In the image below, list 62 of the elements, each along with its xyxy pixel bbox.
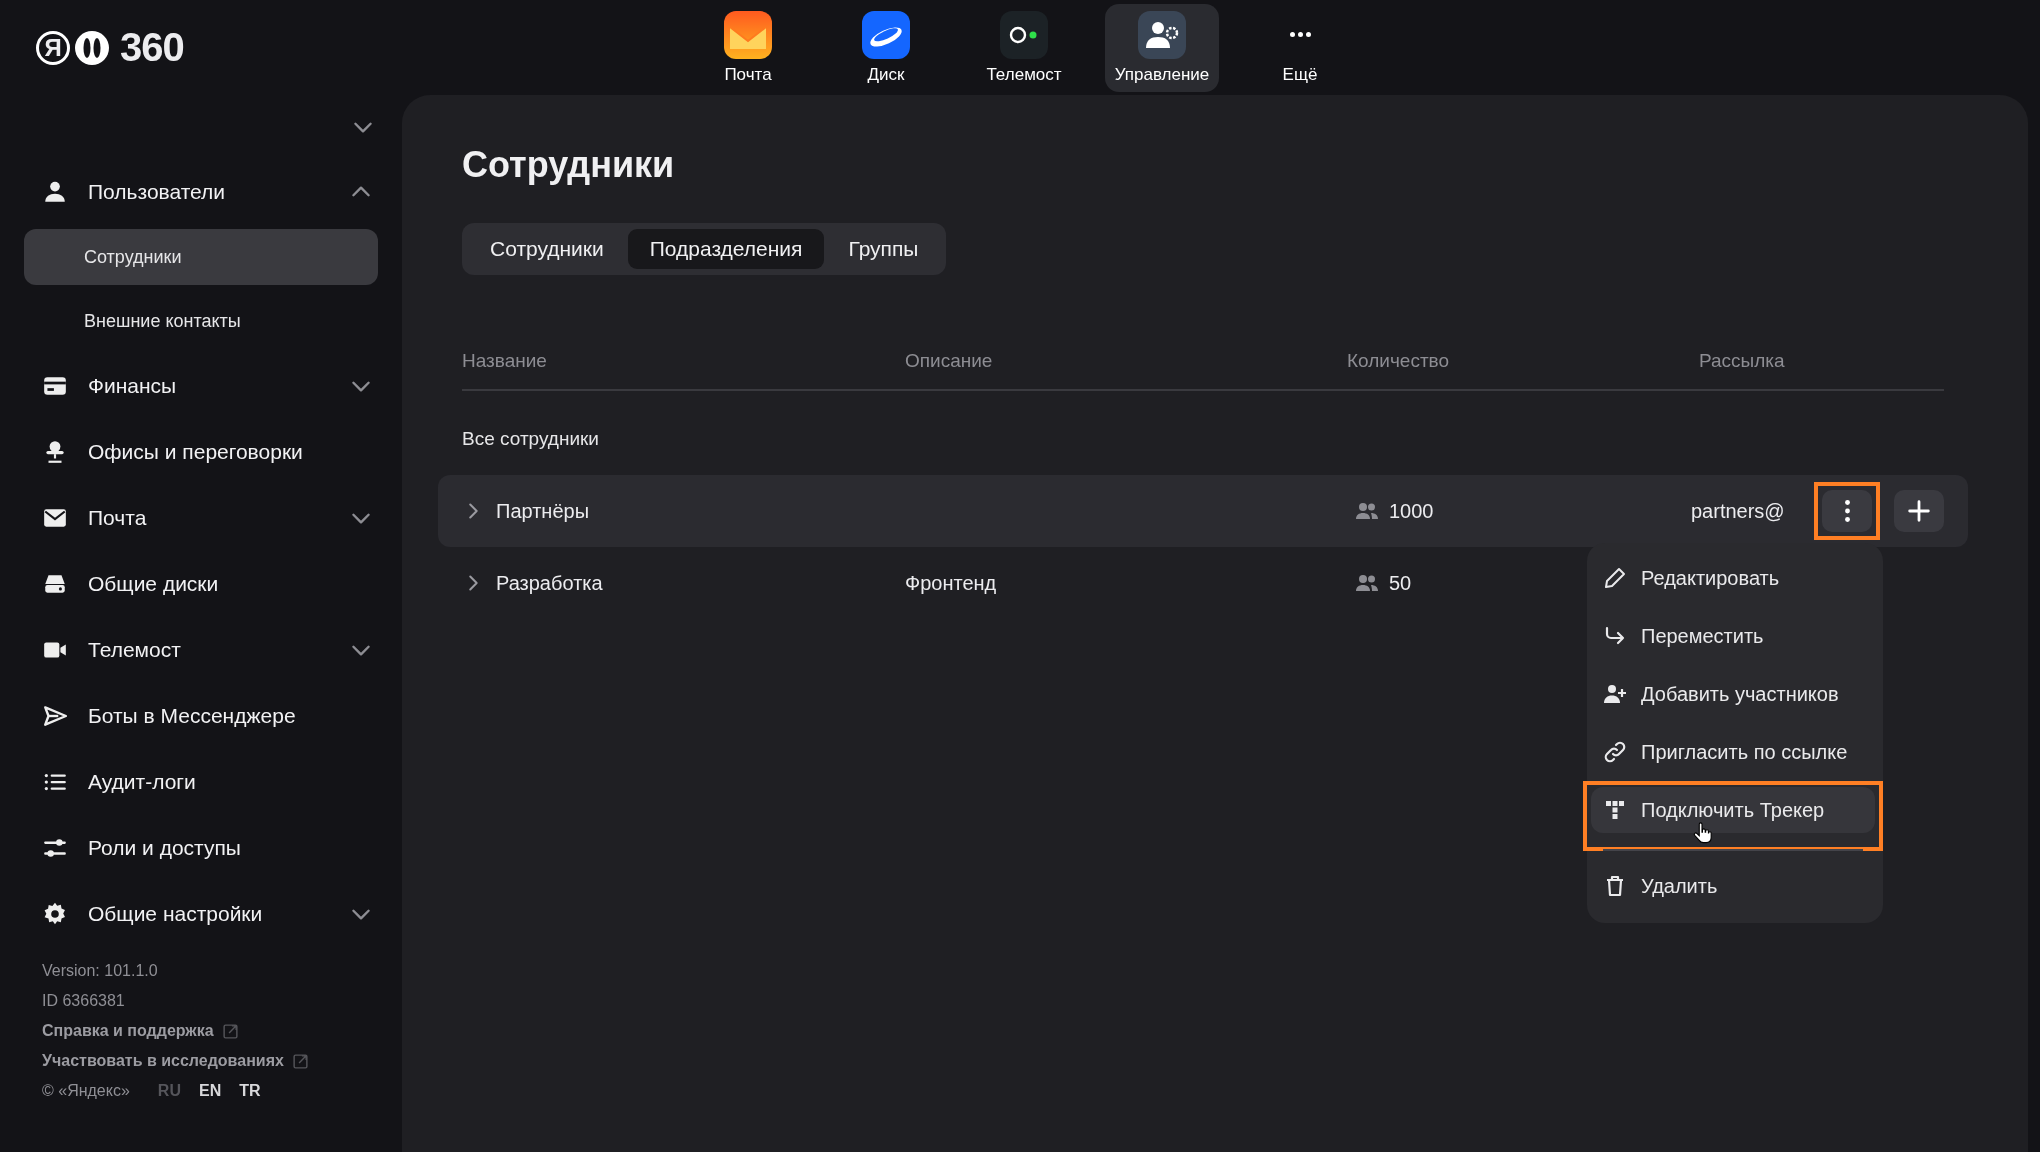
app-launcher-button[interactable]: Телемост (967, 3, 1081, 92)
hand-cursor-icon (1691, 821, 1713, 845)
id-text: ID 6366381 (42, 992, 126, 1010)
version-text: Version: 101.1.0 (42, 962, 159, 980)
app-launcher-button[interactable]: Ещё (1243, 3, 1357, 92)
settings-icon (42, 901, 68, 927)
envelope-icon (724, 10, 772, 59)
link-icon (1603, 740, 1627, 764)
add-user-icon (1603, 682, 1627, 706)
copyright-text: © «Яндекс» (42, 1082, 130, 1100)
group-label: Все сотрудники (462, 428, 599, 450)
page-title: Сотрудники (462, 143, 676, 187)
admin-icon (1138, 10, 1186, 59)
menu-item[interactable]: Редактировать (1583, 549, 1883, 607)
more-icon (1289, 31, 1311, 37)
description-text: Фронтенд (905, 571, 997, 595)
logo-letter: Я (36, 30, 70, 65)
department-name: Партнёры (496, 499, 589, 523)
column-header[interactable]: Количество (1347, 350, 1699, 372)
app-launcher-button[interactable]: Диск (829, 3, 943, 92)
sidebar-item[interactable]: Почта (24, 485, 374, 551)
logo-text: 360 (120, 25, 184, 70)
sidebar-item[interactable]: Телемост (24, 617, 374, 683)
paper-plane-icon (42, 703, 68, 729)
sidebar-item[interactable]: Роли и доступы (24, 815, 374, 881)
add-button[interactable] (1894, 490, 1944, 532)
count-text: 1000 (1389, 499, 1434, 523)
sidebar-subitem[interactable]: Внешние контакты (24, 293, 378, 349)
sidebar-item[interactable]: Общие настройки (24, 881, 374, 947)
more-button[interactable] (1822, 490, 1872, 532)
menu-item[interactable]: Переместить (1583, 607, 1883, 665)
sidebar-item[interactable]: Аудит-логи (24, 749, 374, 815)
plus-icon (1905, 497, 1933, 525)
pencil-icon (1603, 566, 1627, 590)
department-name: Разработка (496, 571, 603, 595)
sidebar-item[interactable]: Офисы и переговорки (24, 419, 374, 485)
column-header[interactable]: Название (462, 350, 905, 372)
sidebar-item[interactable]: Боты в Мессенджере (24, 683, 374, 749)
sidebar-item[interactable]: Пользователи (24, 159, 374, 225)
tab[interactable]: Сотрудники (468, 229, 626, 269)
app-launcher-button[interactable]: Почта (691, 3, 805, 92)
user-icon (42, 179, 68, 205)
table-row[interactable]: Партнёры 1000 partners@ (438, 475, 1968, 547)
footer-link[interactable]: Участвовать в исследованиях (42, 1052, 284, 1070)
sidebar-item[interactable]: Общие диски (24, 551, 374, 617)
column-header[interactable]: Описание (905, 350, 1347, 372)
column-header[interactable]: Рассылка (1699, 350, 1944, 372)
tab[interactable]: Подразделения (627, 229, 825, 269)
language-link[interactable]: EN (198, 1082, 222, 1100)
count-text: 50 (1389, 571, 1412, 595)
tab[interactable]: Группы (826, 229, 941, 269)
more-icon (1844, 500, 1850, 522)
footer-link[interactable]: Справка и поддержка (42, 1022, 214, 1040)
sidebar-item[interactable]: Финансы (24, 353, 374, 419)
language-link[interactable]: TR (239, 1082, 261, 1100)
tracker-icon (1603, 798, 1627, 822)
camera-icon (1000, 10, 1048, 59)
sidebar-subitem[interactable]: Сотрудники (24, 229, 378, 285)
app-launcher-button[interactable]: Управление (1105, 3, 1219, 92)
mailing-text: partners@ (1691, 499, 1785, 523)
menu-item[interactable]: Добавить участников (1583, 665, 1883, 723)
menu-item[interactable]: Пригласить по ссылке (1583, 723, 1883, 781)
